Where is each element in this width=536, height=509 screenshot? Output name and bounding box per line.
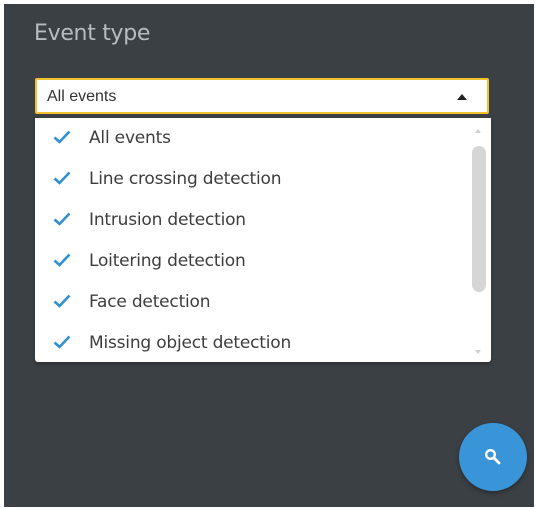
option-missing-object-detection[interactable]: Missing object detection (35, 323, 465, 362)
event-type-select[interactable]: All events (35, 78, 489, 114)
option-label: Loitering detection (89, 251, 246, 271)
event-type-selected-value: All events (47, 88, 117, 105)
option-loitering-detection[interactable]: Loitering detection (35, 241, 465, 282)
dropdown-scrollbar-thumb[interactable] (472, 146, 486, 292)
event-filter-panel: Event type All events All events Line cr… (4, 4, 534, 507)
option-face-detection[interactable]: Face detection (35, 282, 465, 323)
option-label: Intrusion detection (89, 210, 246, 230)
event-type-title: Event type (34, 21, 151, 46)
check-icon (53, 171, 71, 185)
arrow-up-icon[interactable] (457, 94, 467, 100)
option-label: Face detection (89, 292, 211, 312)
check-icon (53, 253, 71, 267)
check-icon (53, 130, 71, 144)
check-icon (53, 335, 71, 349)
option-label: Missing object detection (89, 333, 292, 353)
option-line-crossing-detection[interactable]: Line crossing detection (35, 159, 465, 200)
event-type-dropdown-list: All events Line crossing detection Intru… (35, 118, 491, 362)
check-icon (53, 294, 71, 308)
check-icon (53, 212, 71, 226)
option-all-events[interactable]: All events (35, 118, 465, 159)
option-label: Line crossing detection (89, 169, 282, 189)
search-button[interactable] (459, 423, 527, 491)
option-intrusion-detection[interactable]: Intrusion detection (35, 200, 465, 241)
search-icon (484, 448, 501, 465)
scroll-up-arrow-icon[interactable] (475, 129, 481, 133)
option-label: All events (89, 128, 171, 148)
scroll-down-arrow-icon[interactable] (475, 350, 481, 354)
